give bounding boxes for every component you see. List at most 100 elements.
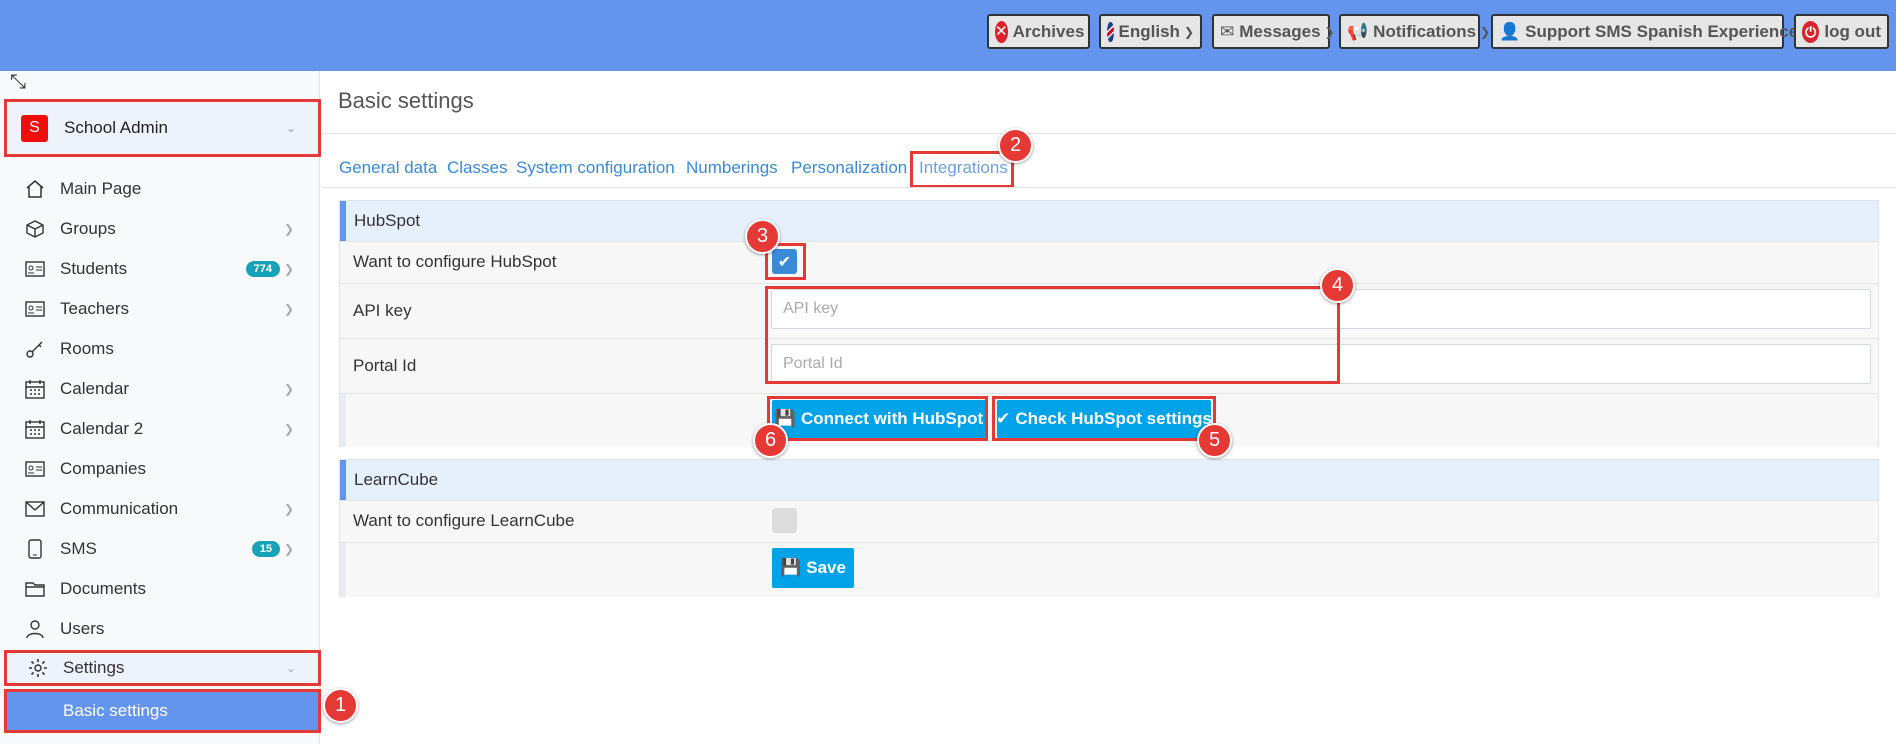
id-card-icon: [24, 258, 46, 280]
sidebar-item-label: Calendar 2: [60, 419, 144, 438]
sidebar-item-users[interactable]: Users: [0, 609, 320, 649]
sidebar-item-label: Communication: [60, 499, 179, 518]
learncube-panel: LearnCube Want to configure LearnCube: [339, 459, 1879, 597]
save-icon: 💾: [780, 558, 802, 577]
callout-2: 2: [998, 128, 1033, 163]
notifications-label: Notifications: [1373, 21, 1477, 41]
notifications-dropdown[interactable]: 📢 Notifications ❯: [1339, 14, 1490, 49]
sidebar-item-label: Settings: [63, 658, 125, 677]
close-circle-icon: ✕: [995, 20, 1008, 43]
tab-numberings[interactable]: Numberings: [686, 158, 778, 178]
user-label: Support SMS Spanish Experience: [1525, 21, 1799, 41]
language-dropdown[interactable]: English ❯: [1099, 14, 1202, 49]
id-card-icon: [24, 298, 46, 320]
logout-label: log out: [1824, 21, 1881, 41]
megaphone-icon: 📢: [1347, 21, 1369, 41]
tab-personalization[interactable]: Personalization: [791, 158, 907, 178]
tab-integrations-highlight: [910, 151, 1014, 188]
hubspot-configure-label: Want to configure HubSpot: [353, 252, 557, 271]
chevron-down-icon: ⌄: [285, 661, 296, 675]
collapse-icon[interactable]: ⤡: [10, 71, 26, 94]
sidebar-item-settings[interactable]: Settings ⌄: [4, 650, 321, 686]
messages-label: Messages: [1239, 21, 1321, 41]
sms-count-badge: 15: [251, 541, 280, 557]
envelope-icon: ✉: [1220, 21, 1235, 41]
top-bar: ✕ Archives English ❯ ✉ Messages ❯ 📢 Noti…: [0, 0, 1896, 71]
messages-dropdown[interactable]: ✉ Messages ❯: [1212, 14, 1335, 49]
save-label: Save: [806, 558, 846, 577]
chevron-down-icon: ⌄: [285, 121, 296, 135]
chevron-right-icon: ❯: [283, 382, 294, 396]
sidebar-item-label: Rooms: [60, 339, 114, 358]
school-name: School Admin: [64, 118, 168, 137]
chevron-right-icon: ❯: [283, 302, 294, 316]
language-label: English: [1118, 21, 1180, 41]
gear-icon: [27, 657, 49, 679]
sidebar-item-sms[interactable]: SMS 15 ❯: [0, 529, 320, 569]
sidebar-item-documents[interactable]: Documents: [0, 569, 320, 609]
students-count-badge: 774: [245, 261, 280, 277]
tab-classes[interactable]: Classes: [447, 158, 507, 178]
learncube-configure-checkbox[interactable]: [772, 508, 797, 533]
sidebar-item-label: Users: [60, 619, 105, 638]
power-icon: ⏻: [1802, 20, 1820, 43]
sidebar-item-teachers[interactable]: Teachers ❯: [0, 289, 320, 329]
school-avatar: S: [21, 114, 48, 142]
user-dropdown[interactable]: 👤 Support SMS Spanish Experience ❯: [1491, 14, 1812, 49]
row-left-bar: [340, 394, 346, 447]
school-selector[interactable]: S School Admin ⌄: [4, 99, 321, 157]
sidebar-item-calendar-2[interactable]: Calendar 2 ❯: [0, 409, 320, 449]
sidebar-item-label: Main Page: [60, 179, 142, 198]
phone-icon: [24, 538, 46, 560]
api-key-label: API key: [353, 301, 412, 320]
learncube-title: LearnCube: [354, 470, 439, 489]
cube-icon: [24, 218, 46, 240]
user-icon: [24, 618, 46, 640]
tab-general-data[interactable]: General data: [339, 158, 437, 178]
divider: [322, 187, 1896, 188]
sidebar-subitem-label: Basic settings: [63, 701, 168, 720]
sidebar-item-communication[interactable]: Communication ❯: [0, 489, 320, 529]
sidebar-item-label: Documents: [60, 579, 146, 598]
tab-system-configuration[interactable]: System configuration: [516, 158, 675, 178]
sidebar-item-label: SMS: [60, 539, 97, 558]
sidebar-item-groups[interactable]: Groups ❯: [0, 209, 320, 249]
key-icon: [24, 338, 46, 360]
callout-5: 5: [1197, 423, 1232, 458]
learncube-configure-label: Want to configure LearnCube: [353, 511, 575, 530]
chevron-down-icon: ❯: [1324, 24, 1335, 39]
highlight-connect-button: [767, 396, 988, 441]
sidebar-item-main-page[interactable]: Main Page: [0, 169, 320, 209]
archives-label: Archives: [1012, 21, 1085, 41]
home-icon: [24, 178, 46, 200]
sidebar-item-label: Groups: [60, 219, 116, 238]
chevron-right-icon: ❯: [283, 502, 294, 516]
divider: [322, 133, 1896, 134]
logout-button[interactable]: ⏻ log out: [1794, 14, 1889, 49]
portal-id-label: Portal Id: [353, 356, 417, 375]
id-card-icon: [24, 458, 46, 480]
chevron-down-icon: ❯: [1480, 24, 1491, 39]
hubspot-header: HubSpot: [340, 201, 1878, 241]
hubspot-title: HubSpot: [354, 211, 421, 230]
chevron-down-icon: ❯: [1183, 24, 1194, 39]
sidebar-item-label: Students: [60, 259, 128, 278]
sidebar-item-rooms[interactable]: Rooms: [0, 329, 320, 369]
callout-6: 6: [753, 423, 788, 458]
calendar-icon: [24, 418, 46, 440]
chevron-right-icon: ❯: [283, 542, 294, 556]
chevron-right-icon: ❯: [283, 222, 294, 236]
sidebar-item-students[interactable]: Students 774 ❯: [0, 249, 320, 289]
chevron-right-icon: ❯: [283, 422, 294, 436]
sidebar-item-calendar[interactable]: Calendar ❯: [0, 369, 320, 409]
row-left-bar: [340, 543, 346, 597]
learncube-configure-row: Want to configure LearnCube: [340, 500, 1878, 542]
archives-button[interactable]: ✕ Archives: [987, 14, 1090, 49]
save-button[interactable]: 💾 Save: [772, 548, 854, 588]
sidebar-item-label: Companies: [60, 459, 146, 478]
sidebar-item-label: Calendar: [60, 379, 129, 398]
learncube-actions-row: [340, 542, 1878, 597]
highlight-inputs: [765, 286, 1340, 384]
sidebar-subitem-basic-settings[interactable]: Basic settings: [4, 689, 321, 733]
sidebar-item-companies[interactable]: Companies: [0, 449, 320, 489]
